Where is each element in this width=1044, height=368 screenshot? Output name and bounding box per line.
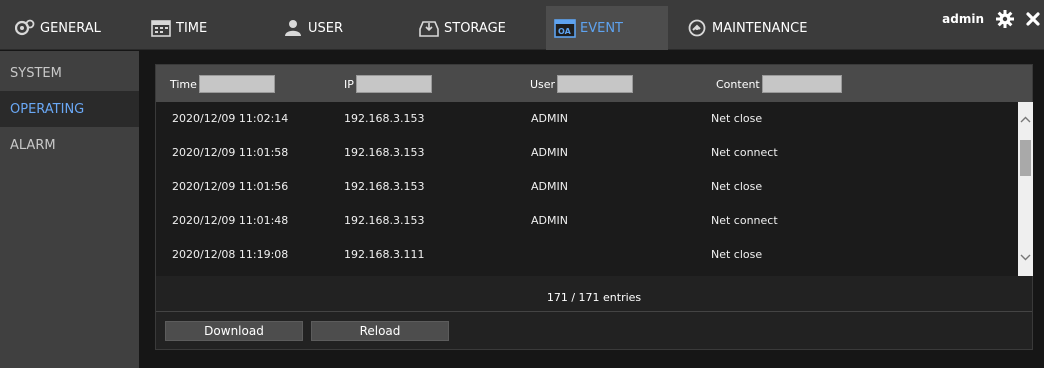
tab-time-label: TIME: [176, 20, 208, 36]
gear-icon[interactable]: [996, 10, 1014, 28]
column-time: Time: [170, 75, 275, 93]
row-time: 2020/12/09 11:01:58: [172, 146, 289, 159]
column-ip: IP: [344, 75, 432, 93]
storage-icon: [418, 18, 440, 38]
row-time: 2020/12/08 11:19:08: [172, 248, 289, 261]
tab-user[interactable]: USER: [282, 6, 343, 50]
top-navigation: GENERAL TIME USER STORAGE OA EVENT MAINT…: [0, 0, 1044, 50]
column-user-label: User: [530, 77, 556, 91]
row-ip: 192.168.3.111: [344, 248, 425, 261]
tab-time[interactable]: TIME: [150, 6, 207, 50]
download-button[interactable]: Download: [165, 321, 303, 341]
row-content: Net connect: [711, 146, 778, 159]
sidebar-item-label: SYSTEM: [10, 65, 62, 81]
content-filter-input[interactable]: [761, 75, 842, 93]
sidebar-item-operating[interactable]: OPERATING: [0, 91, 139, 127]
vertical-scrollbar[interactable]: [1018, 102, 1033, 276]
row-ip: 192.168.3.153: [344, 180, 425, 193]
calendar-icon: [150, 18, 172, 38]
table-row[interactable]: 2020/12/09 11:02:14 192.168.3.153 ADMIN …: [156, 102, 1018, 136]
row-content: Net close: [711, 180, 763, 193]
tab-maintenance-label: MAINTENANCE: [712, 20, 808, 36]
reload-button[interactable]: Reload: [311, 321, 449, 341]
event-icon: OA: [554, 18, 576, 38]
user-filter-input[interactable]: [557, 75, 634, 93]
user-icon: [282, 18, 304, 38]
divider: [156, 311, 1032, 312]
tab-general[interactable]: GENERAL: [14, 6, 101, 50]
chevron-down-icon[interactable]: [1018, 250, 1033, 264]
chevron-up-icon[interactable]: [1018, 112, 1033, 126]
table-row[interactable]: 2020/12/09 11:01:56 192.168.3.153 ADMIN …: [156, 170, 1018, 204]
table-row[interactable]: 2020/12/08 11:19:08 192.168.3.111 Net cl…: [156, 238, 1018, 272]
column-ip-label: IP: [344, 77, 354, 91]
column-content: Content: [716, 75, 842, 93]
tab-event[interactable]: OA EVENT: [546, 6, 668, 50]
tab-general-label: GENERAL: [40, 20, 101, 36]
general-icon: [14, 18, 36, 38]
tab-storage-label: STORAGE: [444, 20, 506, 36]
row-user: ADMIN: [531, 146, 568, 159]
current-user: admin: [942, 12, 984, 26]
row-user: ADMIN: [531, 214, 568, 227]
sidebar-item-label: ALARM: [10, 137, 56, 153]
row-content: Net close: [711, 112, 763, 125]
svg-text:OA: OA: [558, 27, 572, 36]
row-user: ADMIN: [531, 112, 568, 125]
row-user: ADMIN: [531, 180, 568, 193]
sidebar-item-system[interactable]: SYSTEM: [0, 55, 139, 91]
table-row[interactable]: 2020/12/09 11:01:58 192.168.3.153 ADMIN …: [156, 136, 1018, 170]
close-icon[interactable]: [1026, 12, 1040, 26]
tab-maintenance[interactable]: MAINTENANCE: [686, 6, 807, 50]
table-row[interactable]: 2020/12/09 11:01:48 192.168.3.153 ADMIN …: [156, 204, 1018, 238]
sidebar-item-alarm[interactable]: ALARM: [0, 127, 139, 163]
row-time: 2020/12/09 11:01:48: [172, 214, 289, 227]
row-ip: 192.168.3.153: [344, 214, 425, 227]
time-filter-input[interactable]: [198, 75, 275, 93]
tab-storage[interactable]: STORAGE: [418, 6, 506, 50]
column-time-label: Time: [170, 77, 197, 91]
row-time: 2020/12/09 11:02:14: [172, 112, 289, 125]
table-header: Time IP User Content: [156, 65, 1032, 102]
scrollbar-thumb[interactable]: [1020, 140, 1031, 176]
table-body: 2020/12/09 11:02:14 192.168.3.153 ADMIN …: [156, 102, 1018, 276]
row-content: Net connect: [711, 214, 778, 227]
row-ip: 192.168.3.153: [344, 112, 425, 125]
row-content: Net close: [711, 248, 763, 261]
ip-filter-input[interactable]: [355, 75, 432, 93]
tab-user-label: USER: [308, 20, 344, 36]
log-panel: Time IP User Content 2020/12/09 11:02:14…: [155, 64, 1033, 350]
column-user: User: [530, 75, 634, 93]
sidebar-item-label: OPERATING: [10, 101, 85, 117]
sidebar: SYSTEM OPERATING ALARM: [0, 51, 139, 368]
row-ip: 192.168.3.153: [344, 146, 425, 159]
tab-event-label: EVENT: [580, 20, 623, 36]
user-area: admin: [942, 10, 1040, 28]
row-time: 2020/12/09 11:01:56: [172, 180, 289, 193]
maintenance-icon: [686, 18, 708, 38]
entries-count: 171 / 171 entries: [546, 291, 642, 304]
column-content-label: Content: [716, 77, 760, 91]
